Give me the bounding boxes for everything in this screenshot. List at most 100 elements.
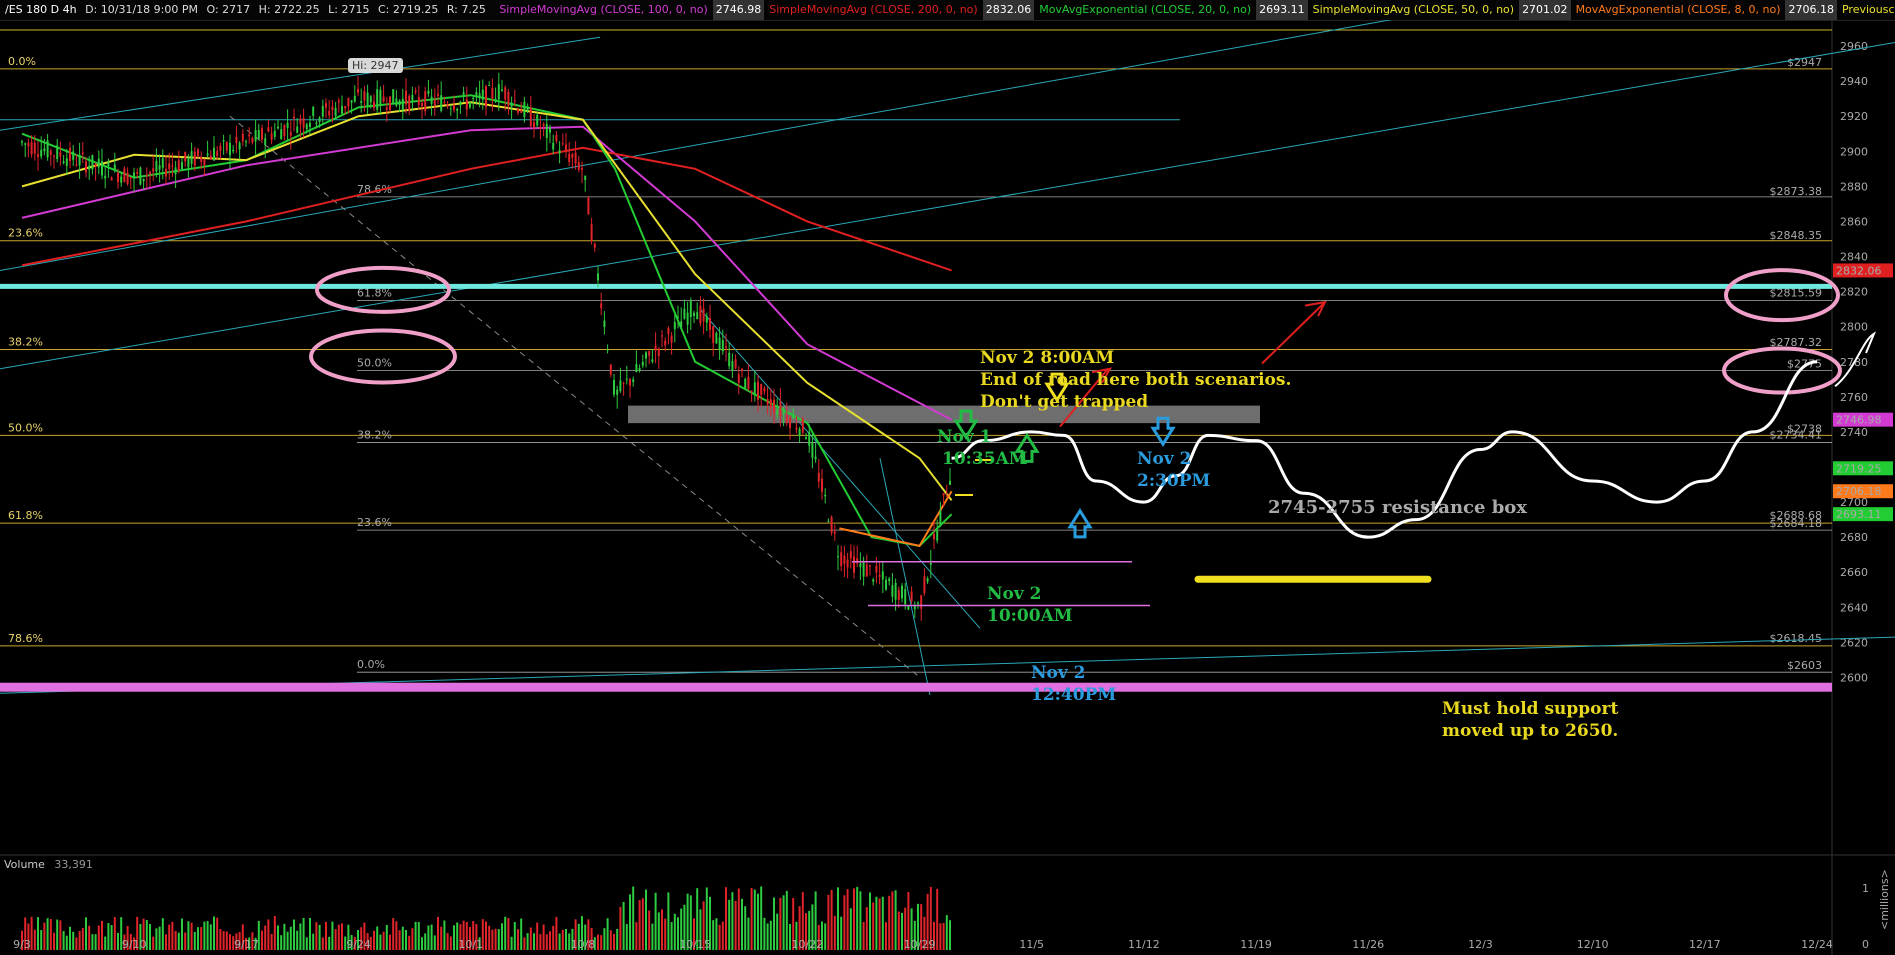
x-tick-label: 12/24 (1801, 938, 1833, 951)
candle-body (469, 102, 471, 108)
volume-bar (49, 918, 52, 950)
volume-bar (296, 930, 299, 950)
candle-body (427, 90, 430, 94)
candle-body (856, 558, 859, 564)
candle-body (849, 551, 852, 559)
volume-bar (161, 918, 164, 950)
volume-bar (891, 891, 894, 950)
candle-body (629, 379, 631, 386)
volume-bar (648, 910, 651, 950)
y-tick-label: 2940 (1840, 75, 1868, 88)
bar-range: R: 7.25 (446, 3, 486, 16)
volume-bar (894, 890, 897, 950)
candle-body (517, 109, 519, 113)
volume-bar (331, 921, 334, 950)
volume-bar (843, 895, 846, 950)
price-chart[interactable]: 2600262026402660268027002720274027602780… (0, 20, 1895, 955)
annotation-nov2-230: Nov 2 2:30PM (1137, 448, 1210, 492)
volume-bar (379, 934, 382, 950)
candle-body (46, 140, 49, 158)
candle-body (613, 380, 615, 395)
candle-body (424, 91, 427, 112)
indicator-legend[interactable]: SimpleMovingAvg (CLOSE, 100, 0, no) 2746.… (494, 0, 1895, 20)
candle-body (590, 224, 593, 241)
candle-body (689, 300, 692, 318)
volume-bar (849, 908, 852, 950)
candle-body (728, 352, 731, 367)
candle-body (283, 125, 286, 137)
candle-body (824, 494, 827, 497)
candle-body (190, 151, 193, 164)
indicator-legend-item[interactable]: MovAvgExponential (CLOSE, 20, 0, no) (1039, 0, 1251, 20)
candle-body (382, 96, 385, 102)
volume-bar (318, 924, 321, 950)
indicator-legend-value: 2701.02 (1519, 0, 1571, 20)
volume-bar (737, 888, 740, 950)
volume-bar (117, 932, 119, 950)
candle-body (395, 98, 398, 106)
symbol-label[interactable]: /ES 180 D 4h (5, 0, 77, 20)
candle-body (504, 87, 507, 100)
candle-body (750, 390, 753, 393)
x-tick-label: 12/10 (1577, 938, 1609, 951)
candle-body (632, 379, 635, 382)
candle-body (168, 163, 171, 169)
x-tick-label: 11/19 (1240, 938, 1272, 951)
fib-level-label: 50.0% (8, 421, 43, 434)
volume-bar (315, 922, 318, 950)
candle-body (581, 168, 583, 170)
price-tag-text: 2706.18 (1836, 485, 1882, 498)
candle-body (622, 382, 625, 384)
candle-body (869, 565, 871, 567)
candle-body (181, 162, 183, 169)
candle-body (453, 105, 455, 110)
volume-bar (875, 896, 878, 950)
up-arrow-icon (1067, 508, 1093, 539)
candle-body (241, 133, 244, 142)
y-tick-label: 2900 (1840, 145, 1868, 158)
annotation-nov2-1000-date: Nov 2 (987, 584, 1042, 604)
trend-channel-line (879, 458, 931, 696)
indicator-legend-item[interactable]: MovAvgExponential (CLOSE, 8, 0, no) (1576, 0, 1781, 20)
bar-date: D: 10/31/18 9:00 PM (85, 3, 198, 16)
volume-bar (267, 919, 270, 950)
candle-body (222, 140, 225, 142)
candle-body (401, 98, 404, 110)
volume-bar (88, 925, 91, 950)
candle-body (549, 127, 551, 133)
candle-body (341, 106, 343, 114)
candle-body (373, 101, 375, 108)
volume-bar (273, 916, 276, 950)
indicator-legend-item[interactable]: Previousclose (DAY, 1... (1842, 0, 1895, 20)
indicator-legend-item[interactable]: SimpleMovingAvg (CLOSE, 50, 0, no) (1313, 0, 1514, 20)
volume-bar (94, 934, 97, 950)
x-tick-label: 10/1 (458, 938, 483, 951)
volume-bar (222, 931, 225, 950)
candle-body (174, 167, 177, 175)
volume-bar (286, 931, 289, 950)
volume-bar (37, 917, 39, 950)
volume-bar (785, 890, 788, 950)
volume-bar (712, 920, 715, 950)
volume-bar (382, 931, 385, 950)
volume-bar (529, 927, 532, 950)
candle-body (702, 308, 705, 322)
volume-bar (651, 923, 654, 950)
candle-body (321, 105, 324, 117)
candle-body (465, 99, 468, 110)
indicator-legend-item[interactable]: SimpleMovingAvg (CLOSE, 100, 0, no) (499, 0, 707, 20)
volume-bar (305, 937, 308, 950)
volume-bar (430, 924, 433, 950)
candle-body (776, 409, 779, 415)
volume-bar (645, 889, 647, 950)
y-tick-label: 2840 (1840, 251, 1868, 264)
candle-body (347, 97, 350, 107)
candle-body (456, 108, 459, 111)
candle-body (661, 335, 663, 337)
candle-body (523, 101, 526, 117)
x-tick-label: 12/17 (1689, 938, 1721, 951)
candle-body (939, 511, 942, 526)
candle-body (949, 480, 951, 485)
indicator-legend-item[interactable]: SimpleMovingAvg (CLOSE, 200, 0, no) (769, 0, 977, 20)
candle-body (936, 530, 939, 541)
